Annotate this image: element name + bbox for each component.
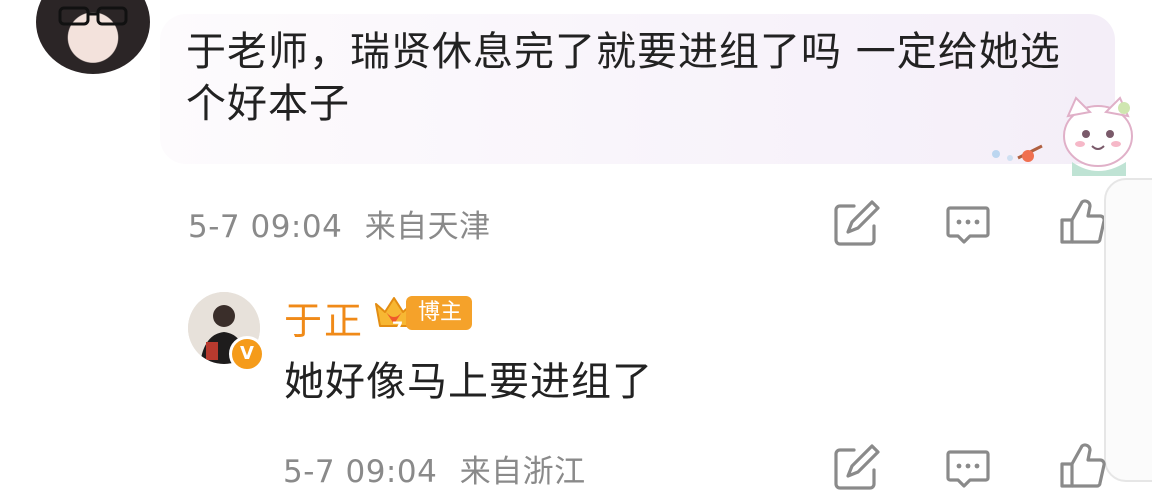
glasses-decoration [58, 6, 128, 26]
blogger-badge: 博主 [406, 296, 473, 330]
comment-text: 于老师，瑞贤休息完了就要进组了吗 一定给她选个好本子 [186, 29, 1061, 127]
like-icon[interactable] [1058, 442, 1106, 490]
like-icon[interactable] [1058, 198, 1106, 246]
reply-meta: 5-7 09:04 来自浙江 [283, 446, 586, 491]
reply-location: 来自浙江 [459, 454, 586, 490]
cat-sticker-decoration [992, 96, 1133, 176]
reply-author-name[interactable]: 于正 [284, 290, 364, 345]
side-scroll-panel[interactable] [1104, 178, 1152, 482]
comment-meta: 5-7 09:04 来自天津 [188, 201, 491, 246]
level-number: 7 [392, 318, 404, 337]
comment-icon[interactable] [944, 444, 992, 492]
verified-badge: V [229, 336, 265, 372]
comment-time: 5-7 09:04 [188, 209, 343, 245]
comment-icon[interactable] [944, 200, 992, 248]
commenter-avatar[interactable] [36, 0, 150, 74]
reply-time: 5-7 09:04 [283, 454, 438, 490]
share-icon[interactable] [832, 200, 880, 248]
comment-location: 来自天津 [364, 209, 491, 245]
share-icon[interactable] [832, 444, 880, 492]
reply-text: 她好像马上要进组了 [284, 359, 653, 405]
